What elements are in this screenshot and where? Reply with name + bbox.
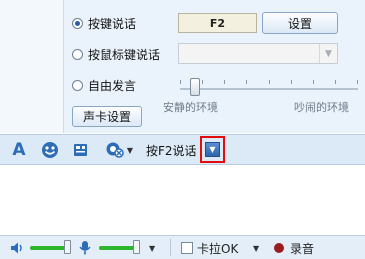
karaoke-toggle[interactable]: 卡拉OK	[181, 239, 238, 257]
chevron-down-icon[interactable]: ▼	[319, 44, 337, 63]
microphone-icon[interactable]	[78, 239, 92, 257]
mouse-key-select[interactable]: ▼	[178, 43, 338, 64]
radio-button[interactable]	[72, 17, 83, 29]
chevron-down-icon[interactable]: ▼	[253, 239, 259, 257]
panel-left-strip	[0, 0, 63, 133]
slider-label-quiet: 安静的环境	[163, 101, 218, 114]
environment-slider-track[interactable]	[180, 88, 358, 90]
karaoke-checkbox[interactable]	[181, 242, 193, 254]
speaker-icon[interactable]	[9, 239, 25, 257]
record-icon	[274, 243, 284, 253]
voice-effect-icon[interactable]: ▼	[103, 140, 135, 160]
mic-volume-knob[interactable]	[133, 240, 140, 254]
radio-label: 按键说话	[88, 16, 137, 31]
record-button[interactable]: 录音	[274, 239, 314, 257]
panel-divider	[63, 0, 64, 133]
emoji-icon[interactable]	[40, 140, 60, 160]
screenshot-icon[interactable]	[71, 140, 91, 160]
environment-slider-thumb[interactable]	[190, 78, 200, 96]
radio-mouse-key-talk[interactable]: 按鼠标键说话	[72, 45, 160, 63]
radio-free-talk[interactable]: 自由发言	[72, 76, 136, 94]
radio-label: 自由发言	[88, 78, 137, 93]
input-toolbar: A ▼ 按F2说话 ▼	[0, 134, 365, 165]
settings-button[interactable]: 设置	[262, 12, 338, 34]
talk-mode-label: 按F2说话	[146, 143, 197, 158]
radio-push-to-talk[interactable]: 按键说话	[72, 14, 136, 32]
message-input-area[interactable]	[0, 165, 365, 235]
font-icon[interactable]: A	[10, 140, 28, 160]
chevron-down-icon[interactable]: ▼	[127, 146, 133, 155]
divider	[170, 239, 171, 256]
talk-mode-dropdown[interactable]: ▼	[200, 136, 225, 163]
slider-label-noisy: 吵闹的环境	[294, 101, 349, 114]
soundcard-settings-button[interactable]: 声卡设置	[72, 106, 142, 127]
slider-ticks	[180, 80, 358, 86]
radio-button[interactable]	[72, 79, 83, 91]
record-label: 录音	[290, 241, 315, 256]
chevron-down-icon[interactable]: ▼	[149, 239, 155, 257]
speaker-volume-knob[interactable]	[64, 240, 71, 254]
hotkey-input[interactable]: F2	[178, 13, 257, 33]
radio-button[interactable]	[72, 48, 83, 60]
audio-control-bar: ▼ 卡拉OK ▼ 录音	[0, 235, 365, 259]
radio-label: 按鼠标键说话	[88, 47, 161, 62]
chevron-down-icon[interactable]: ▼	[205, 142, 220, 157]
karaoke-label: 卡拉OK	[197, 241, 239, 256]
